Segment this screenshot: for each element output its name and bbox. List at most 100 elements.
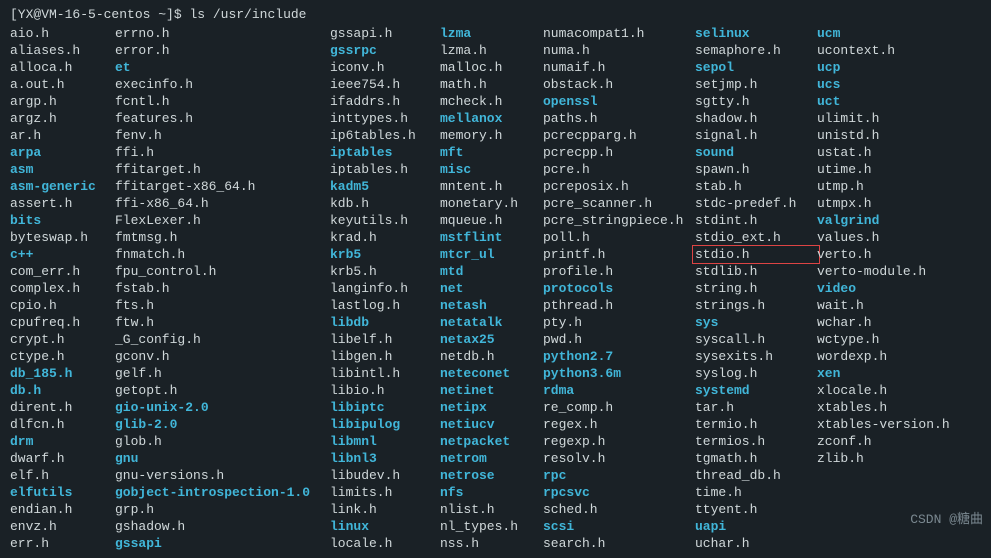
file-entry: pty.h xyxy=(543,314,695,331)
file-entry: pcrecpp.h xyxy=(543,144,695,161)
file-entry: cpufreq.h xyxy=(10,314,115,331)
ls-column: aio.haliases.halloca.ha.out.hargp.hargz.… xyxy=(10,25,115,552)
file-entry: ustat.h xyxy=(817,144,977,161)
file-entry: FlexLexer.h xyxy=(115,212,330,229)
file-entry: pwd.h xyxy=(543,331,695,348)
file-entry: wchar.h xyxy=(817,314,977,331)
file-entry: iptables.h xyxy=(330,161,440,178)
file-entry: search.h xyxy=(543,535,695,552)
file-entry: argz.h xyxy=(10,110,115,127)
file-entry: iconv.h xyxy=(330,59,440,76)
file-entry: fstab.h xyxy=(115,280,330,297)
file-entry: fcntl.h xyxy=(115,93,330,110)
file-entry: pcre_stringpiece.h xyxy=(543,212,695,229)
file-entry: memory.h xyxy=(440,127,543,144)
directory-entry: rdma xyxy=(543,382,695,399)
file-entry: krad.h xyxy=(330,229,440,246)
directory-entry: netax25 xyxy=(440,331,543,348)
file-entry: aio.h xyxy=(10,25,115,42)
directory-entry: netpacket xyxy=(440,433,543,450)
file-entry: stdlib.h xyxy=(695,263,817,280)
file-entry: dwarf.h xyxy=(10,450,115,467)
file-entry: resolv.h xyxy=(543,450,695,467)
file-entry: stab.h xyxy=(695,178,817,195)
directory-entry: net xyxy=(440,280,543,297)
file-entry: link.h xyxy=(330,501,440,518)
directory-entry: video xyxy=(817,280,977,297)
directory-entry: kadm5 xyxy=(330,178,440,195)
directory-entry: netinet xyxy=(440,382,543,399)
directory-entry: krb5 xyxy=(330,246,440,263)
file-entry: unistd.h xyxy=(817,127,977,144)
file-entry: fts.h xyxy=(115,297,330,314)
directory-entry: protocols xyxy=(543,280,695,297)
directory-entry: libnl3 xyxy=(330,450,440,467)
directory-entry: drm xyxy=(10,433,115,450)
file-entry: pthread.h xyxy=(543,297,695,314)
directory-entry: neteconet xyxy=(440,365,543,382)
file-entry: ttyent.h xyxy=(695,501,817,518)
file-entry: ucontext.h xyxy=(817,42,977,59)
directory-entry: ucs xyxy=(817,76,977,93)
ls-column: numacompat1.hnuma.hnumaif.hobstack.hopen… xyxy=(543,25,695,552)
directory-entry: c++ xyxy=(10,246,115,263)
file-entry: endian.h xyxy=(10,501,115,518)
file-entry: ifaddrs.h xyxy=(330,93,440,110)
file-entry: values.h xyxy=(817,229,977,246)
directory-entry: uct xyxy=(817,93,977,110)
directory-entry: netash xyxy=(440,297,543,314)
directory-entry: sound xyxy=(695,144,817,161)
directory-entry: libdb xyxy=(330,314,440,331)
directory-entry: mstflint xyxy=(440,229,543,246)
directory-entry: openssl xyxy=(543,93,695,110)
directory-entry: gssapi xyxy=(115,535,330,552)
directory-entry: asm-generic xyxy=(10,178,115,195)
directory-entry: mtcr_ul xyxy=(440,246,543,263)
file-entry: string.h xyxy=(695,280,817,297)
file-entry: utime.h xyxy=(817,161,977,178)
file-entry: com_err.h xyxy=(10,263,115,280)
file-entry: signal.h xyxy=(695,127,817,144)
file-entry: utmpx.h xyxy=(817,195,977,212)
file-entry: nlist.h xyxy=(440,501,543,518)
ls-column: selinuxsemaphore.hsepolsetjmp.hsgtty.hsh… xyxy=(695,25,817,552)
file-entry: mqueue.h xyxy=(440,212,543,229)
file-entry: verto-module.h xyxy=(817,263,977,280)
file-entry: netdb.h xyxy=(440,348,543,365)
file-entry: pcre_scanner.h xyxy=(543,195,695,212)
directory-entry: arpa xyxy=(10,144,115,161)
file-entry: sysexits.h xyxy=(695,348,817,365)
file-entry: error.h xyxy=(115,42,330,59)
directory-entry: asm xyxy=(10,161,115,178)
file-entry: ffi.h xyxy=(115,144,330,161)
file-entry: wctype.h xyxy=(817,331,977,348)
ls-column: gssapi.hgssrpciconv.hieee754.hifaddrs.hi… xyxy=(330,25,440,552)
file-entry: _G_config.h xyxy=(115,331,330,348)
file-entry: alloca.h xyxy=(10,59,115,76)
file-entry: sched.h xyxy=(543,501,695,518)
directory-entry: libiptc xyxy=(330,399,440,416)
file-entry: zlib.h xyxy=(817,450,977,467)
file-entry: setjmp.h xyxy=(695,76,817,93)
ls-output: aio.haliases.halloca.ha.out.hargp.hargz.… xyxy=(10,25,981,552)
file-entry: uchar.h xyxy=(695,535,817,552)
file-entry: assert.h xyxy=(10,195,115,212)
file-entry: fmtmsg.h xyxy=(115,229,330,246)
file-entry: gconv.h xyxy=(115,348,330,365)
file-entry: numacompat1.h xyxy=(543,25,695,42)
file-entry: thread_db.h xyxy=(695,467,817,484)
file-entry: shadow.h xyxy=(695,110,817,127)
directory-entry: xen xyxy=(817,365,977,382)
file-entry: libudev.h xyxy=(330,467,440,484)
file-entry: poll.h xyxy=(543,229,695,246)
file-entry: regex.h xyxy=(543,416,695,433)
file-entry: locale.h xyxy=(330,535,440,552)
file-entry: limits.h xyxy=(330,484,440,501)
directory-entry: mft xyxy=(440,144,543,161)
shell-prompt[interactable]: [YX@VM-16-5-centos ~]$ ls /usr/include xyxy=(10,6,981,23)
file-entry: syslog.h xyxy=(695,365,817,382)
directory-entry: misc xyxy=(440,161,543,178)
file-entry: ffitarget.h xyxy=(115,161,330,178)
directory-entry: nfs xyxy=(440,484,543,501)
file-entry: math.h xyxy=(440,76,543,93)
